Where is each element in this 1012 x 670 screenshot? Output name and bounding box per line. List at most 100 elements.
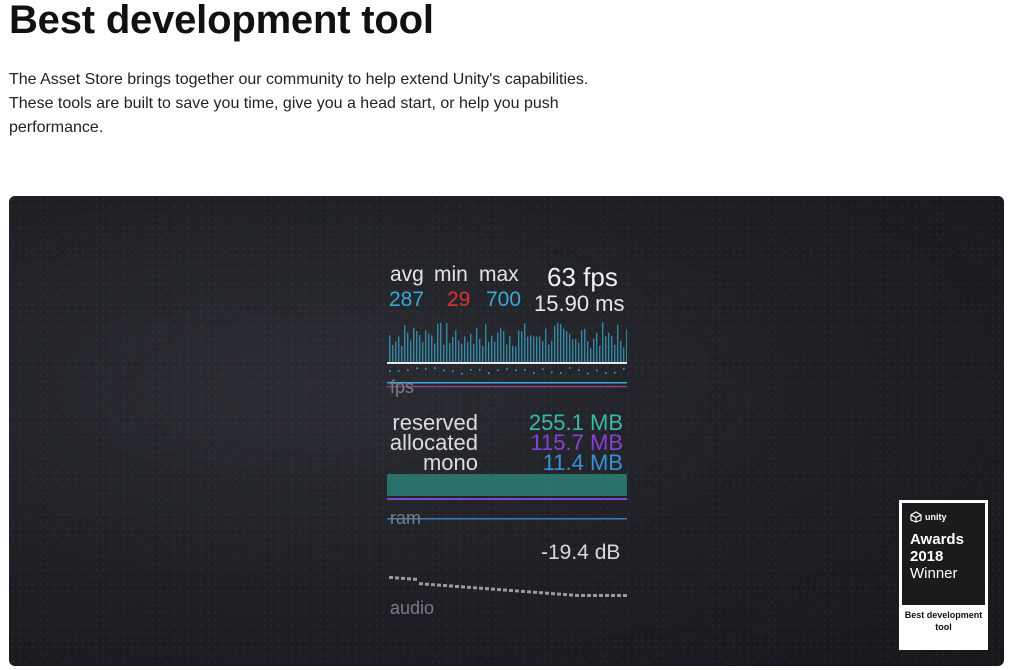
audio-level-bar: [581, 594, 585, 597]
fps-graph-bar: [425, 330, 427, 362]
fps-axis-line: [387, 382, 627, 384]
fps-graph-bar: [518, 330, 520, 362]
graphy-preview-image: avg min max 287 29 700 63 fps 15.90 ms f…: [9, 196, 1004, 666]
fps-graph-bar: [617, 324, 619, 362]
audio-level-bar: [431, 583, 435, 587]
max-fps-value: 700: [486, 288, 522, 311]
award-year: 2018: [910, 548, 944, 565]
fps-graph-bar: [578, 342, 580, 362]
fps-graph-bar: [551, 340, 553, 362]
fps-graph-bar: [452, 337, 454, 362]
fps-graph-bar: [521, 331, 523, 362]
fps-graph-bar: [449, 343, 451, 362]
min-fps-value: 29: [447, 288, 471, 311]
fps-graph-bar: [608, 332, 610, 362]
fps-graph-bar: [506, 344, 508, 362]
fps-graph-dot: [551, 371, 553, 374]
unity-awards-badge: unity Awards 2018 Winner Best developmen…: [899, 500, 988, 650]
audio-level-bar: [491, 587, 495, 591]
fps-graph-dot: [497, 369, 499, 372]
audio-level-bar: [461, 585, 465, 589]
audio-level-bar: [395, 576, 399, 580]
audio-level-bar: [509, 589, 513, 592]
fps-graph-bar: [554, 325, 556, 362]
unity-wordmark: unity: [925, 512, 947, 522]
unity-logo: unity: [910, 511, 985, 523]
audio-level-bar: [425, 582, 429, 586]
ram-reserved-area: [387, 474, 627, 496]
audio-level-bar: [569, 593, 573, 597]
fps-graph-bar: [500, 328, 502, 362]
fps-graph-bar: [596, 332, 598, 362]
fps-graph-bar: [620, 341, 622, 362]
audio-level-bar: [449, 584, 453, 588]
audio-level-bar: [527, 590, 531, 594]
audio-level-bar: [593, 594, 597, 597]
audio-level-bar: [605, 594, 609, 597]
audio-level-bar: [497, 588, 501, 592]
audio-level-bar: [455, 584, 459, 588]
fps-graph: [387, 322, 627, 388]
audio-level-bar: [539, 591, 543, 595]
fps-graph-bar: [503, 331, 505, 362]
audio-level-bar: [473, 586, 477, 590]
fps-graph-bar: [575, 338, 577, 362]
fps-axis-line-secondary: [387, 386, 627, 388]
fps-graph-dot: [569, 367, 571, 369]
fps-graph-bar: [431, 335, 433, 362]
audio-level-bar: [599, 594, 603, 597]
fps-graph-dot: [416, 367, 418, 370]
fps-graph-dot: [533, 372, 535, 374]
audio-level-bar: [575, 593, 579, 597]
fps-graph-dot: [452, 370, 454, 372]
fps-graph-bar: [572, 339, 574, 362]
fps-graph-bar: [626, 329, 627, 362]
fps-graph-bar: [467, 341, 469, 362]
intro-paragraph: The Asset Store brings together our comm…: [9, 71, 589, 136]
fps-graph-dot: [443, 369, 445, 372]
fps-graph-bar: [491, 335, 493, 362]
fps-graph-dot: [461, 372, 463, 375]
fps-graph-bar: [527, 336, 529, 362]
fps-graph-bar: [482, 345, 484, 362]
fps-graph-bar: [605, 336, 607, 362]
fps-graph-dot: [605, 372, 607, 374]
fps-graph-bar: [464, 336, 466, 362]
fps-graph-dot: [578, 369, 580, 371]
fps-graph-bar: [443, 344, 445, 362]
fps-graph-dot: [479, 369, 481, 371]
fps-graph-bar: [395, 341, 397, 362]
fps-graph-dot: [515, 369, 517, 372]
mono-label: mono: [422, 450, 478, 475]
fps-graph-bar: [614, 344, 616, 362]
mono-value: 11.4 MB: [542, 450, 623, 475]
fps-graph-dot: [560, 372, 562, 374]
fps-graph-bar: [548, 344, 550, 362]
fps-graph-bar: [539, 336, 541, 362]
min-label: min: [434, 263, 468, 286]
fps-graph-bar: [389, 335, 391, 362]
audio-level-bar: [617, 594, 621, 597]
fps-graph-bar: [602, 322, 604, 362]
fps-graph-dot: [407, 369, 409, 372]
fps-graph-bar: [569, 333, 571, 362]
audio-level-bar: [551, 592, 555, 596]
audio-level-bar: [545, 591, 549, 595]
award-status: Winner: [910, 565, 958, 582]
audio-level-bar: [533, 590, 537, 594]
audio-level-bar: [563, 593, 567, 597]
audio-level-bar: [485, 587, 489, 591]
fps-graph-bar: [488, 341, 490, 362]
ram-mono-line: [387, 518, 627, 520]
fps-graph-bar: [557, 322, 559, 362]
ram-graph-label: ram: [390, 508, 421, 528]
fps-target-line: [387, 362, 627, 364]
fps-graph-bar: [494, 341, 496, 362]
fps-graph-bar: [413, 327, 415, 362]
fps-graph-bar: [446, 323, 448, 362]
audio-level-bar: [389, 576, 393, 579]
unity-cube-icon: [910, 511, 922, 523]
audio-level-bar: [413, 577, 417, 581]
fps-graph-dot: [425, 367, 427, 370]
fps-graph-bar: [410, 340, 412, 362]
